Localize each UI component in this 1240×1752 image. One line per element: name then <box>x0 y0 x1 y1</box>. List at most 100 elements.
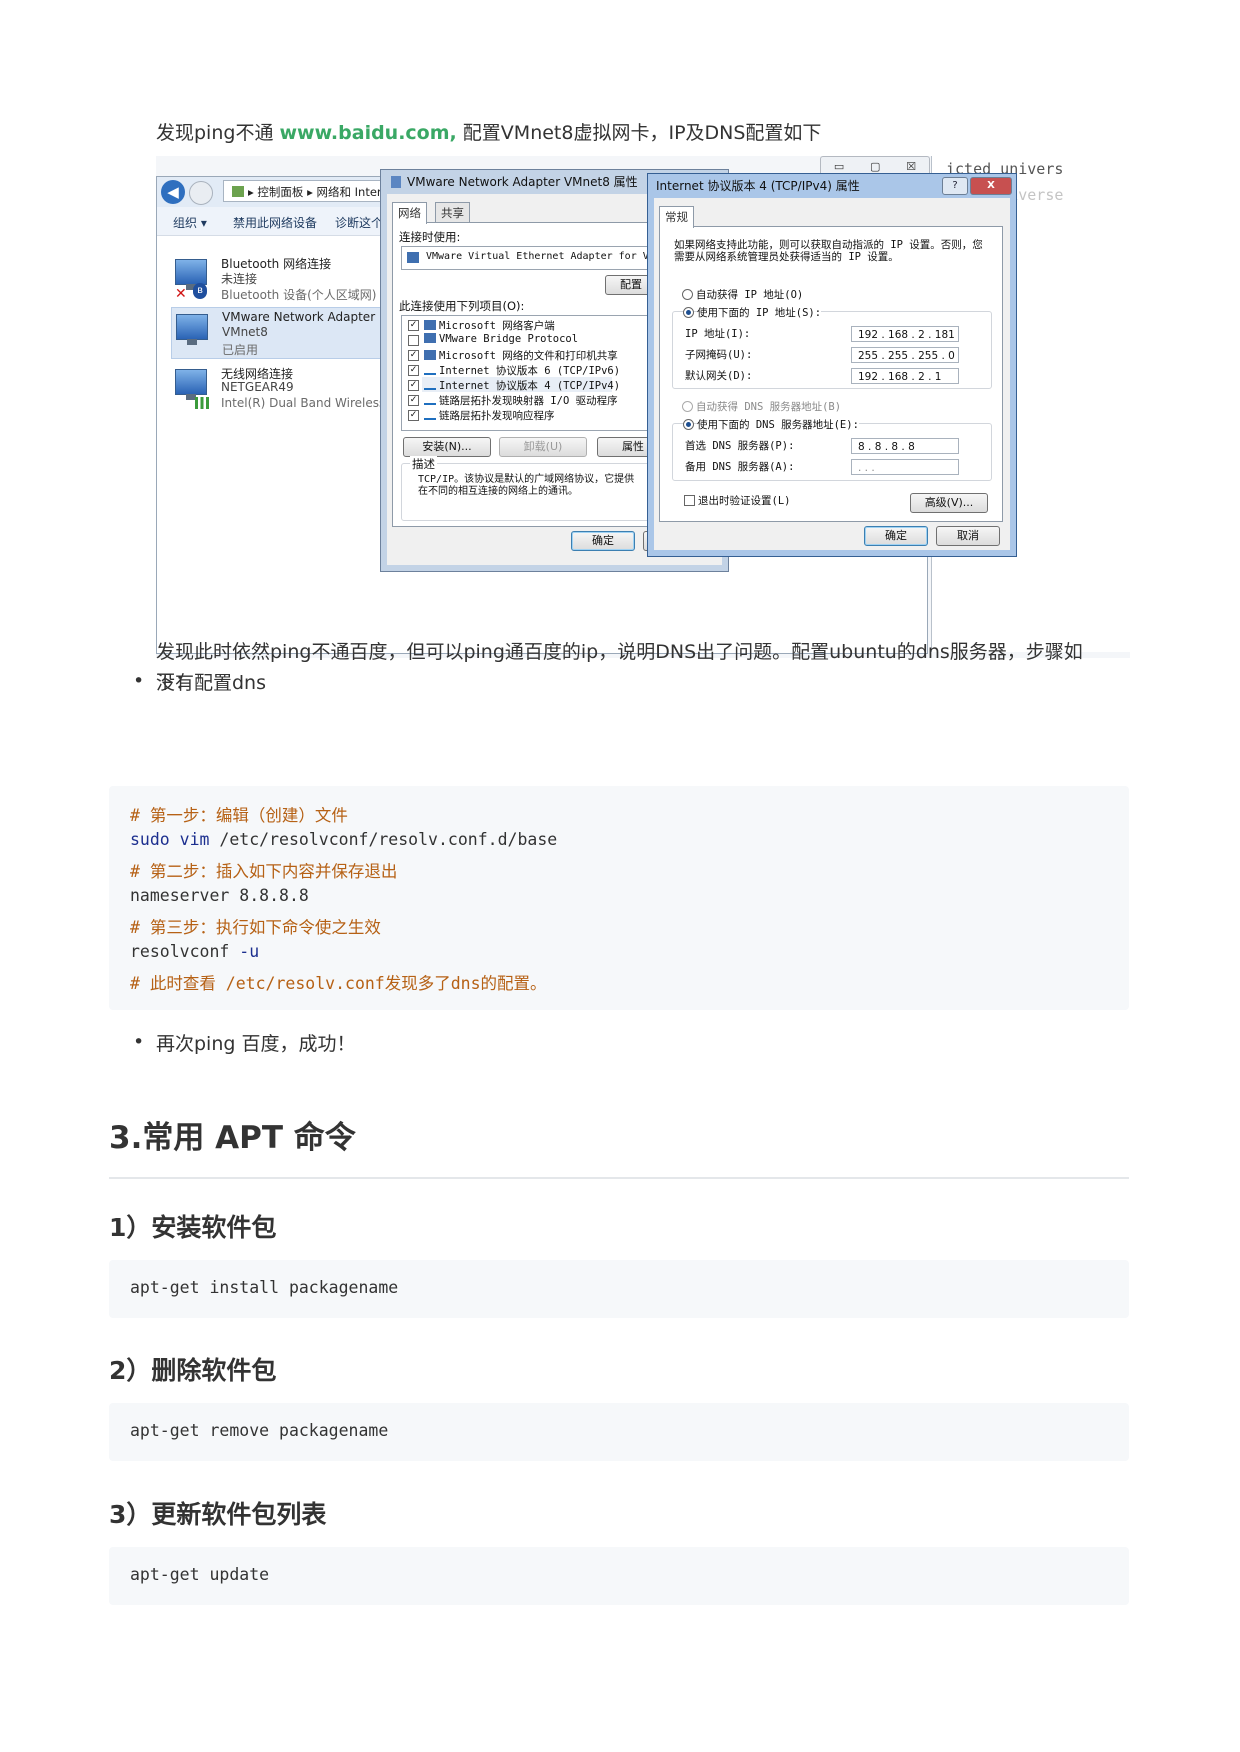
adapter-wireless[interactable]: 无线网络连接 NETGEAR49 Intel(R) Dual Band Wire… <box>171 363 409 413</box>
subnet-mask-field[interactable]: 255 . 255 . 255 . 0 <box>851 347 959 363</box>
intro-text: 发现ping不通 www.baidu.com, 配置VMnet8虚拟网卡，IP及… <box>156 118 821 145</box>
subnet-mask-label: 子网掩码(U): <box>685 349 753 361</box>
dns-group: 使用下面的 DNS 服务器地址(E): 首选 DNS 服务器(P): 8 . 8… <box>672 417 992 481</box>
organize-menu[interactable]: 组织 ▾ <box>173 214 207 231</box>
close-icon[interactable]: ☒ <box>906 160 916 173</box>
minimize-icon[interactable]: ▭ <box>834 160 844 173</box>
network-adapter-icon <box>175 259 207 290</box>
code-line: apt-get update <box>130 1565 270 1584</box>
section-heading: 3.常用 APT 命令 <box>109 1120 356 1156</box>
component-label: Internet 协议版本 6 (TCP/IPv6) <box>424 363 620 378</box>
radio-manual-ip[interactable] <box>683 307 694 318</box>
code-block-remove: apt-get remove packagename <box>109 1403 1129 1461</box>
bridge-icon <box>424 333 436 343</box>
subheading-install: 1）安装软件包 <box>109 1213 277 1242</box>
tab-sharing[interactable]: 共享 <box>435 202 470 223</box>
checkbox[interactable]: ✓ <box>408 395 419 406</box>
alternate-dns-label: 备用 DNS 服务器(A): <box>685 461 795 473</box>
intro-after: 配置VMnet8虚拟网卡，IP及DNS配置如下 <box>456 122 822 144</box>
close-button[interactable]: X <box>970 177 1012 195</box>
bullet-success: 再次ping 百度，成功！ <box>156 1033 356 1055</box>
checkbox[interactable]: ✓ <box>408 410 419 421</box>
baidu-link[interactable]: www.baidu.com, <box>279 122 456 144</box>
ok-button[interactable]: 确定 <box>864 526 928 546</box>
radio-auto-ip[interactable] <box>682 289 693 300</box>
client-icon <box>424 320 436 330</box>
advanced-button[interactable]: 高级(V)... <box>910 493 988 513</box>
validate-label: 退出时验证设置(L) <box>698 495 791 507</box>
ip-address-field[interactable]: 192 . 168 . 2 . 181 <box>851 326 959 342</box>
window-controls: ▭ ▢ ☒ <box>820 156 930 176</box>
adapter-name-value: VMware Virtual Ethernet Adapter for VMne <box>426 251 667 262</box>
uninstall-button[interactable]: 卸载(U) <box>499 437 587 457</box>
ok-button[interactable]: 确定 <box>571 531 635 551</box>
gateway-label: 默认网关(D): <box>685 370 753 382</box>
disconnected-x-icon: ✕ <box>175 286 187 302</box>
forward-arrow-icon[interactable] <box>189 181 213 205</box>
general-tab-panel: 如果网络支持此功能，则可以获取自动指派的 IP 设置。否则，您需要从网络系统管理… <box>659 226 1003 522</box>
network-adapter-icon <box>176 314 208 345</box>
subheading-update: 3）更新软件包列表 <box>109 1500 327 1529</box>
adapter-name: VMware Network Adapter <box>222 310 376 324</box>
manual-ip-label: 使用下面的 IP 地址(S): <box>697 305 822 320</box>
validate-checkbox[interactable] <box>684 495 695 506</box>
explanation-paragraph: 发现此时依然ping不通百度，但可以ping通百度的ip，说明DNS出了问题。配… <box>156 641 1083 693</box>
manual-dns-label: 使用下面的 DNS 服务器地址(E): <box>697 417 859 432</box>
radio-manual-dns[interactable] <box>683 419 694 430</box>
adapter-status: 未连接 <box>221 272 258 286</box>
install-button[interactable]: 安装(N)... <box>403 437 491 457</box>
intro-before: 发现ping不通 <box>156 122 280 144</box>
cancel-button[interactable]: 取消 <box>936 526 1000 546</box>
code-line: apt-get install packagename <box>130 1278 399 1297</box>
checkbox[interactable] <box>408 335 419 346</box>
code-block-install: apt-get install packagename <box>109 1260 1129 1318</box>
adapter-card-icon <box>407 252 419 263</box>
disable-device-button[interactable]: 禁用此网络设备 <box>233 214 317 231</box>
protocol-icon <box>424 367 436 375</box>
code-comment: # 第一步：编辑（创建）文件 <box>130 806 348 825</box>
bluetooth-icon: ʙ <box>193 283 207 299</box>
alternate-dns-field[interactable]: . . . <box>851 459 959 475</box>
document-page: 发现ping不通 www.baidu.com, 配置VMnet8虚拟网卡，IP及… <box>0 0 1240 1752</box>
checkbox[interactable]: ✓ <box>408 320 419 331</box>
signal-strength-icon <box>195 397 209 409</box>
code-comment: # 第三步：执行如下命令使之生效 <box>130 918 381 937</box>
component-label: Microsoft 网络的文件和打印机共享 <box>424 348 618 363</box>
code-block-dns: # 第一步：编辑（创建）文件 sudo vim /etc/resolvconf/… <box>109 786 1129 1010</box>
ipv4-properties-dialog: Internet 协议版本 4 (TCP/IPv4) 属性 ? X 常规 如果网… <box>648 174 1016 556</box>
code-line: resolvconf -u <box>130 942 260 961</box>
checkbox[interactable]: ✓ <box>408 365 419 376</box>
component-label: Internet 协议版本 4 (TCP/IPv4) <box>424 378 620 393</box>
network-adapter-icon <box>175 369 207 400</box>
adapter-device: 已启用 <box>222 343 259 357</box>
preferred-dns-field[interactable]: 8 . 8 . 8 . 8 <box>851 438 959 454</box>
component-label: 链路层拓扑发现响应程序 <box>424 408 555 423</box>
checkbox[interactable]: ✓ <box>408 350 419 361</box>
protocol-icon <box>424 397 436 405</box>
adapter-bluetooth[interactable]: ✕ ʙ Bluetooth 网络连接 未连接 Bluetooth 设备(个人区域… <box>171 253 401 303</box>
adapter-status: NETGEAR49 <box>221 380 294 394</box>
auto-dns-label: 自动获得 DNS 服务器地址(B) <box>696 401 842 413</box>
code-block-update: apt-get update <box>109 1547 1129 1605</box>
code-line: nameserver 8.8.8.8 <box>130 886 309 905</box>
help-button[interactable]: ? <box>942 177 968 195</box>
gateway-field[interactable]: 192 . 168 . 2 . 1 <box>851 368 959 384</box>
maximize-icon[interactable]: ▢ <box>870 160 880 173</box>
code-comment: # 此时查看 /etc/resolv.conf发现多了dns的配置。 <box>130 974 547 993</box>
control-panel-icon <box>232 186 244 197</box>
adapter-properties-icon <box>391 176 401 188</box>
breadcrumb-text: ▸ 控制面板 ▸ 网络和 Interne <box>248 185 396 199</box>
code-comment: # 第二步：插入如下内容并保存退出 <box>130 862 398 881</box>
back-arrow-icon[interactable]: ◀ <box>161 180 185 204</box>
checkbox[interactable]: ✓ <box>408 380 419 391</box>
radio-auto-dns[interactable] <box>682 401 693 412</box>
code-line: sudo vim /etc/resolvconf/resolv.conf.d/b… <box>130 830 558 849</box>
adapter-status: VMnet8 <box>222 325 268 339</box>
tab-general[interactable]: 常规 <box>659 206 694 228</box>
tab-network[interactable]: 网络 <box>392 202 427 224</box>
protocol-icon <box>424 412 436 420</box>
description-label: 描述 <box>410 456 437 472</box>
connect-using-label: 连接时使用: <box>399 230 461 244</box>
adapter-vmnet8[interactable]: VMware Network Adapter VMnet8 已启用 <box>171 307 403 359</box>
ip-address-label: IP 地址(I): <box>685 328 751 340</box>
